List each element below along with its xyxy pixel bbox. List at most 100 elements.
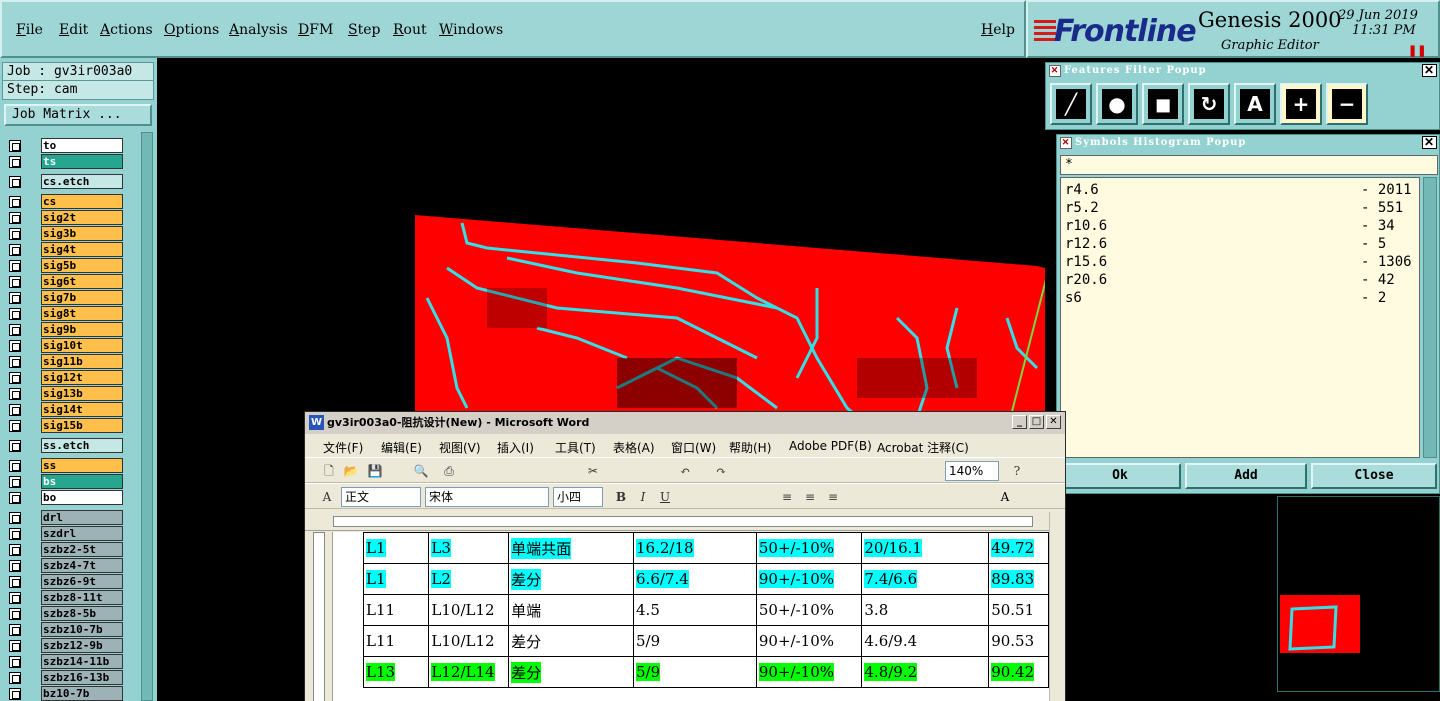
layer-name[interactable]: sig12t xyxy=(41,370,123,385)
layer-row[interactable]: szbz14-11b xyxy=(4,654,138,669)
table-cell[interactable]: L13 xyxy=(362,656,430,688)
menu-actions[interactable]: Actions xyxy=(100,22,153,38)
layer-row[interactable]: ts xyxy=(4,154,138,169)
layer-name[interactable]: sig11b xyxy=(41,354,123,369)
symbol-row[interactable]: r15.6 - 1306 xyxy=(1065,254,1417,272)
layer-row[interactable]: sig7b xyxy=(4,290,138,305)
layer-name[interactable]: sig9b xyxy=(41,322,123,337)
layer-name[interactable]: cs xyxy=(41,194,123,209)
table-cell[interactable]: 90+/-10% xyxy=(755,563,863,595)
maximize-icon[interactable]: □ xyxy=(1029,415,1044,429)
word-menu-item[interactable]: Acrobat 注释(C) xyxy=(877,439,969,456)
layer-row[interactable]: ss xyxy=(4,458,138,473)
layer-row[interactable]: sig10t xyxy=(4,338,138,353)
zoom-select[interactable]: 140% xyxy=(945,461,999,481)
table-cell[interactable]: L3 xyxy=(428,532,510,564)
layer-name[interactable]: szbz10-7b xyxy=(41,622,123,637)
table-cell[interactable]: 差分 xyxy=(508,656,635,688)
layer-name[interactable]: ss xyxy=(41,458,123,473)
layer-row[interactable]: szbz8-5b xyxy=(4,606,138,621)
layer-checkbox[interactable] xyxy=(9,276,21,288)
layer-checkbox[interactable] xyxy=(9,212,21,224)
layer-row[interactable]: sig6t xyxy=(4,274,138,289)
layer-row[interactable]: szbz8-11t xyxy=(4,590,138,605)
undo-icon[interactable]: ↶ xyxy=(677,463,693,479)
layer-checkbox[interactable] xyxy=(9,340,21,352)
layer-row[interactable]: sig11b xyxy=(4,354,138,369)
table-cell[interactable]: L10/L12 xyxy=(428,625,510,657)
table-cell[interactable]: 50.51 xyxy=(988,594,1049,626)
minus-tool-button[interactable]: − xyxy=(1326,83,1368,125)
table-cell[interactable]: 7.4/6.6 xyxy=(861,563,990,595)
layer-list-scrollbar[interactable] xyxy=(141,132,153,701)
align-right-icon[interactable]: ≡ xyxy=(825,489,841,505)
layer-row[interactable]: szbz6-9t xyxy=(4,574,138,589)
table-cell[interactable]: L12/L14 xyxy=(428,656,510,688)
layer-name[interactable]: sig7b xyxy=(41,290,123,305)
layer-row[interactable]: cs xyxy=(4,194,138,209)
layer-name[interactable]: sig10t xyxy=(41,338,123,353)
table-cell[interactable]: L1 xyxy=(362,532,430,564)
redo-icon[interactable]: ↷ xyxy=(713,463,729,479)
symbol-row[interactable]: r4.6 - 2011 xyxy=(1065,182,1417,200)
layer-name[interactable]: sig5b xyxy=(41,258,123,273)
layer-name[interactable]: szbz12-9b xyxy=(41,638,123,653)
table-cell[interactable]: 50+/-10% xyxy=(755,532,863,564)
menu-analysis[interactable]: Analysis xyxy=(229,22,288,38)
table-cell[interactable]: 3.8 xyxy=(861,594,990,626)
size-select[interactable]: 小四 xyxy=(553,487,603,507)
open-icon[interactable]: 📂 xyxy=(343,463,359,479)
layer-name[interactable]: szbz4-7t xyxy=(41,558,123,573)
menu-rout[interactable]: Rout xyxy=(393,22,427,38)
layer-row[interactable]: bo xyxy=(4,490,138,505)
text-tool-button[interactable]: A xyxy=(1234,83,1276,125)
style-select[interactable]: 正文 xyxy=(341,487,421,507)
table-cell[interactable]: 6.6/7.4 xyxy=(633,563,757,595)
table-cell[interactable]: 16.2/18 xyxy=(633,532,757,564)
pause-icon[interactable]: ❚❚ xyxy=(1408,44,1426,57)
layer-checkbox[interactable] xyxy=(9,544,21,556)
table-cell[interactable]: 90.53 xyxy=(988,625,1049,657)
print-icon[interactable]: ⎙ xyxy=(441,463,457,479)
layer-checkbox[interactable] xyxy=(9,156,21,168)
align-left-icon[interactable]: ≡ xyxy=(779,489,795,505)
save-icon[interactable]: 💾 xyxy=(367,463,383,479)
layer-name[interactable]: sig8t xyxy=(41,306,123,321)
layer-name[interactable]: sig15b xyxy=(41,418,123,433)
layer-name[interactable]: szbz8-11t xyxy=(41,590,123,605)
table-cell[interactable]: L11 xyxy=(362,625,430,657)
align-center-icon[interactable]: ≡ xyxy=(802,489,818,505)
minimize-icon[interactable]: _ xyxy=(1012,415,1027,429)
bold-icon[interactable]: B xyxy=(613,489,629,505)
layer-checkbox[interactable] xyxy=(9,440,21,452)
layer-name[interactable]: szbz8-5b xyxy=(41,606,123,621)
document-page[interactable]: L1 L3 单端共面 16.2/18 50+/-10% 20/16.1 49.72 L1 L2 差… xyxy=(333,532,1049,701)
pad-tool-button[interactable]: ● xyxy=(1096,83,1138,125)
layer-row[interactable]: sig14t xyxy=(4,402,138,417)
styles-icon[interactable]: A xyxy=(319,489,335,505)
layer-checkbox[interactable] xyxy=(9,608,21,620)
layer-row[interactable]: ss.etch xyxy=(4,438,138,453)
cut-icon[interactable]: ✂ xyxy=(585,463,601,479)
table-cell[interactable]: 单端共面 xyxy=(508,532,635,564)
plus-tool-button[interactable]: + xyxy=(1280,83,1322,125)
layer-name[interactable]: szbz14-11b xyxy=(41,654,123,669)
layer-checkbox[interactable] xyxy=(9,640,21,652)
layer-checkbox[interactable] xyxy=(9,576,21,588)
layer-row[interactable]: sig8t xyxy=(4,306,138,321)
layer-checkbox[interactable] xyxy=(9,196,21,208)
symbol-filter-input[interactable]: * xyxy=(1060,155,1438,175)
word-menu-item[interactable]: 视图(V) xyxy=(439,439,481,456)
symbol-list-scrollbar[interactable] xyxy=(1423,177,1437,458)
menu-dfm[interactable]: DFM xyxy=(298,22,333,38)
layer-checkbox[interactable] xyxy=(9,560,21,572)
line-tool-button[interactable]: ╱ xyxy=(1050,83,1092,125)
menu-windows[interactable]: Windows xyxy=(439,22,503,38)
layer-row[interactable]: sig3b xyxy=(4,226,138,241)
layer-row[interactable]: szbz10-7b xyxy=(4,622,138,637)
layer-checkbox[interactable] xyxy=(9,244,21,256)
table-cell[interactable]: 20/16.1 xyxy=(861,532,990,564)
layer-name[interactable]: szbz6-9t xyxy=(41,574,123,589)
new-doc-icon[interactable]: 🗋 xyxy=(321,463,337,479)
add-button[interactable]: Add xyxy=(1185,463,1307,489)
